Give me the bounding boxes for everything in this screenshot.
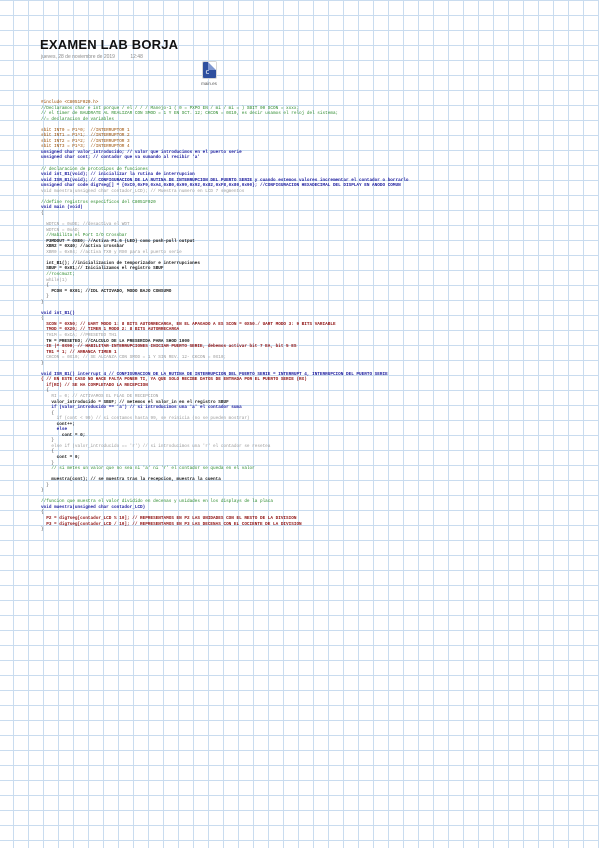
code-line: } [41,527,44,533]
page-date: jueves, 28 de noviembre de 2019 [41,54,115,60]
document-page: { "header": { "title": "EXAMEN LAB BORJA… [0,0,599,848]
page-time: 12:48 [130,54,143,60]
page-metadata: jueves, 28 de noviembre de 2019 12:48 [41,54,157,60]
file-attachment-name: main.es [201,81,217,86]
file-icon[interactable]: c [202,62,216,78]
file-attachment[interactable]: c main.es [198,62,220,86]
page-title: EXAMEN LAB BORJA [40,37,179,52]
code-listing: #include <C8051F020.h>//Declaramos char … [41,100,561,533]
